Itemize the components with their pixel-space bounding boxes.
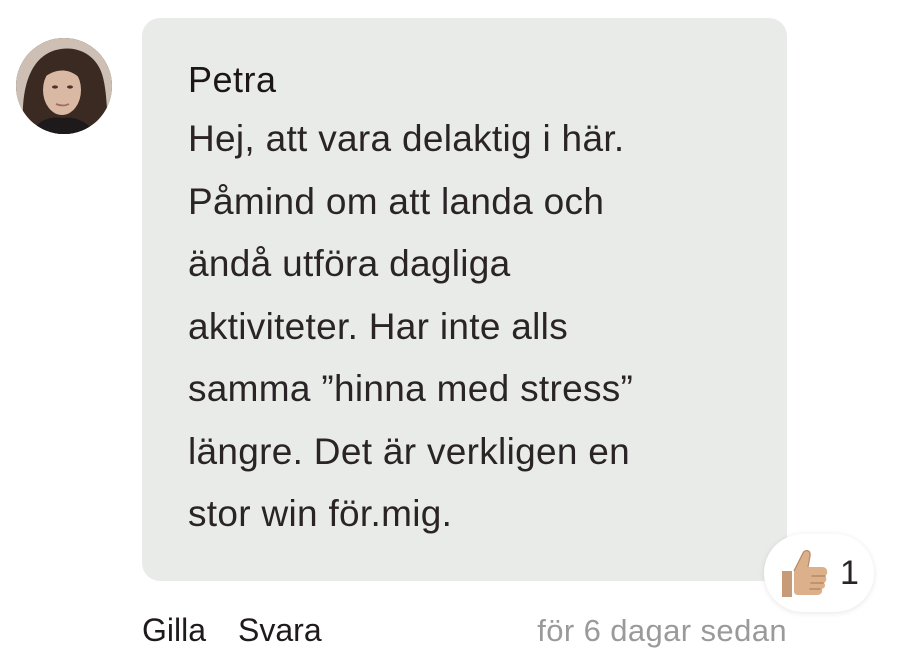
comment-bubble: Petra Hej, att vara delaktig i här. Påmi… xyxy=(142,18,787,581)
thumbs-up-icon xyxy=(782,550,828,597)
comment-actions: Gilla Svara för 6 dagar sedan xyxy=(142,608,787,652)
reaction-badge[interactable]: 1 xyxy=(764,534,874,612)
reaction-count: 1 xyxy=(840,554,859,592)
comment-author[interactable]: Petra xyxy=(188,60,747,100)
like-button[interactable]: Gilla xyxy=(142,614,206,646)
avatar-photo xyxy=(16,38,112,134)
avatar[interactable] xyxy=(16,38,112,134)
comment-timestamp: för 6 dagar sedan xyxy=(537,612,787,648)
comment-text: Hej, att vara delaktig i här. Påmind om … xyxy=(188,118,634,534)
reply-button[interactable]: Svara xyxy=(238,614,322,646)
